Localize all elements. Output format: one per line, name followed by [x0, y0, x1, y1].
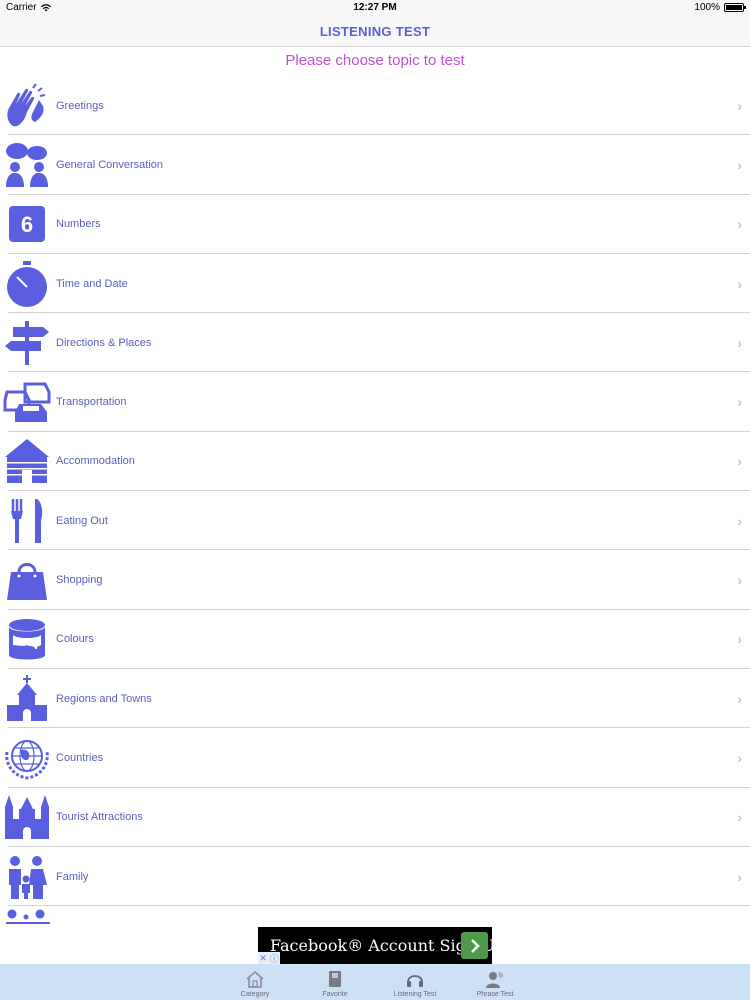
tab-label: Phrase Test: [476, 991, 514, 998]
tab-phrase-test[interactable]: Phrase Test: [455, 964, 535, 1000]
chevron-right-icon: ›: [737, 216, 742, 233]
home-icon: [246, 971, 264, 988]
topic-list: Greetings › General Conversation › 6 Num…: [0, 76, 750, 907]
close-icon[interactable]: ✕: [259, 953, 267, 964]
row-divider: [8, 905, 750, 907]
cabin-icon: [2, 436, 52, 486]
chevron-right-icon: ›: [737, 809, 742, 826]
topic-label: Regions and Towns: [56, 692, 152, 705]
topic-label: Shopping: [56, 574, 103, 587]
topic-label: Tourist Attractions: [56, 811, 143, 824]
chevron-right-icon: ›: [737, 749, 742, 766]
topic-row-general-conversation[interactable]: General Conversation ›: [0, 135, 750, 195]
globe-wreath-icon: [2, 733, 52, 783]
partial-topic-row[interactable]: [0, 908, 750, 928]
tab-listening-test[interactable]: Listening Test: [375, 964, 455, 1000]
chevron-right-icon: ›: [737, 275, 742, 292]
number-six-icon: 6: [2, 199, 52, 249]
chevron-right-icon: ›: [737, 453, 742, 470]
status-bar: Carrier 12:27 PM 100%: [0, 0, 750, 16]
shopping-bag-icon: [2, 555, 52, 605]
topic-row-accommodation[interactable]: Accommodation ›: [0, 432, 750, 492]
topic-row-regions-and-towns[interactable]: Regions and Towns ›: [0, 669, 750, 729]
battery-percent: 100%: [694, 2, 720, 13]
book-icon: [329, 971, 341, 987]
tab-label: Listening Test: [393, 991, 437, 998]
topic-label: Countries: [56, 751, 104, 764]
topic-row-countries[interactable]: Countries ›: [0, 728, 750, 788]
chevron-right-icon: ›: [737, 512, 742, 529]
tab-label: Favorite: [322, 991, 348, 998]
topic-row-colours[interactable]: Colours ›: [0, 610, 750, 669]
topic-label: Time and Date: [56, 277, 128, 290]
chevron-right-icon: ›: [737, 97, 742, 114]
stopwatch-icon: [2, 259, 52, 309]
status-time: 12:27 PM: [353, 2, 397, 13]
topic-row-time-and-date[interactable]: Time and Date ›: [0, 254, 750, 314]
tab-label: Category: [240, 991, 270, 998]
chevron-right-icon: ›: [737, 394, 742, 411]
topic-row-greetings[interactable]: Greetings ›: [0, 76, 750, 136]
partial-topic-icon: [6, 909, 50, 924]
topic-row-eating-out[interactable]: Eating Out ›: [0, 491, 750, 551]
clapping-hands-icon: [2, 81, 52, 131]
topic-label: Eating Out: [56, 514, 108, 527]
topic-row-shopping[interactable]: Shopping ›: [0, 550, 750, 610]
topic-label: Transportation: [56, 396, 127, 409]
info-icon[interactable]: ⓘ: [270, 952, 279, 965]
topic-label: Numbers: [56, 218, 101, 231]
fork-knife-icon: [2, 496, 52, 546]
headphones-icon: [407, 975, 423, 987]
ad-banner[interactable]: Facebook® Account Sign U: [258, 927, 495, 964]
chevron-right-icon: ›: [737, 156, 742, 173]
tab-category[interactable]: Category: [215, 964, 295, 1000]
navigation-bar: LISTENING TEST: [0, 16, 750, 47]
ad-choices-icon[interactable]: ✕ ⓘ: [258, 952, 280, 964]
chevron-right-icon[interactable]: [461, 932, 488, 959]
person-speech-icon: [486, 972, 504, 988]
topic-label: Accommodation: [56, 455, 135, 468]
topic-row-transportation[interactable]: Transportation ›: [0, 372, 750, 432]
topic-row-tourist-attractions[interactable]: Tourist Attractions ›: [0, 788, 750, 847]
castle-icon: [2, 792, 52, 842]
instruction-text: Please choose topic to test: [285, 52, 465, 69]
topic-label: Colours: [56, 633, 94, 646]
church-icon: [2, 674, 52, 724]
topic-label: Directions & Places: [56, 336, 152, 349]
topic-row-numbers[interactable]: 6 Numbers ›: [0, 195, 750, 254]
topic-row-directions-places[interactable]: Directions & Places ›: [0, 313, 750, 373]
family-icon: [2, 852, 52, 902]
chevron-right-icon: ›: [737, 572, 742, 589]
tab-favorite[interactable]: Favorite: [295, 964, 375, 1000]
number-glyph: 6: [21, 212, 33, 237]
paint-bucket-icon: [2, 614, 52, 664]
signpost-icon: [2, 318, 52, 368]
cars-icon: [2, 377, 52, 427]
page-title: LISTENING TEST: [319, 23, 431, 39]
topic-label: Family: [56, 870, 89, 883]
chevron-right-icon: ›: [737, 631, 742, 648]
tab-bar: Category Favorite Listening Test Phrase …: [0, 964, 750, 1000]
chevron-right-icon: ›: [737, 334, 742, 351]
topic-label: General Conversation: [56, 158, 164, 171]
chevron-right-icon: ›: [737, 690, 742, 707]
people-talking-icon: [2, 140, 52, 190]
chevron-right-icon: ›: [737, 868, 742, 885]
topic-label: Greetings: [56, 99, 104, 112]
battery-icon: [724, 3, 746, 12]
topic-row-family[interactable]: Family ›: [0, 847, 750, 907]
